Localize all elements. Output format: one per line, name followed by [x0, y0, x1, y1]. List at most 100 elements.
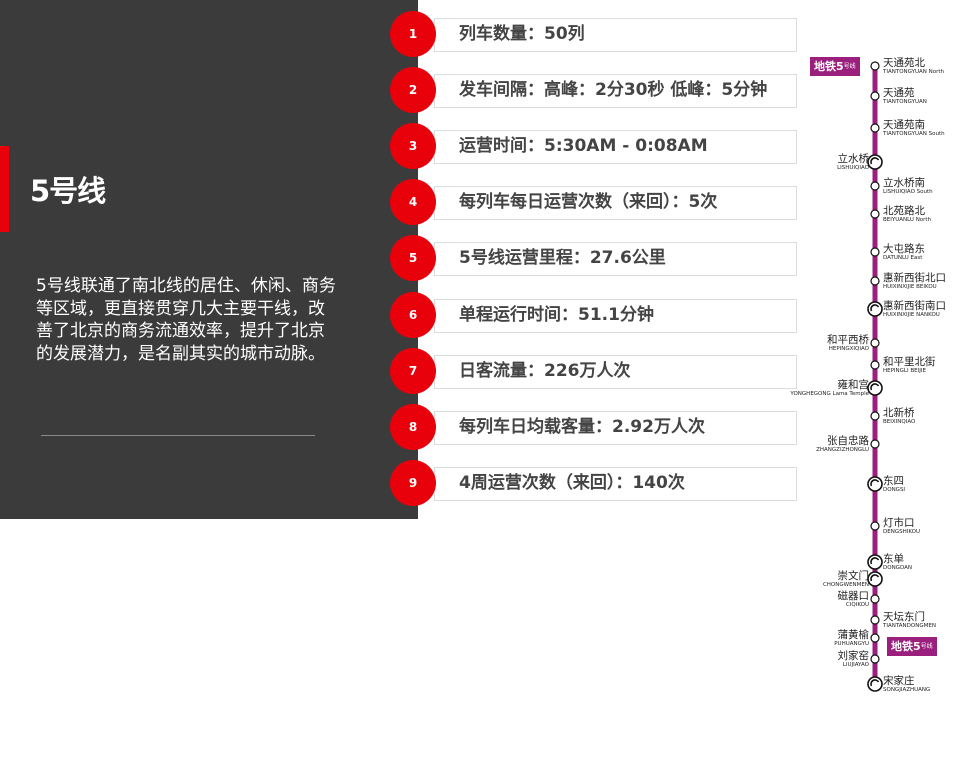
station-name: 立水桥	[837, 153, 870, 165]
stat-row: 5 5号线运营里程：27.6公里	[390, 235, 797, 281]
stat-number-badge: 5	[390, 235, 436, 281]
station-name-en: DONGSI	[883, 487, 906, 493]
stat-text: 运营时间：5:30AM - 0:08AM	[459, 136, 708, 156]
station-name-en: ZHANGZIZHONGLU	[816, 447, 869, 453]
stat-text: 列车数量：50列	[459, 24, 585, 44]
line-badge-top: 地铁5号线	[810, 57, 860, 76]
station-name-en: HUIXINXIJIE NANKOU	[883, 312, 940, 318]
station-label: 磁器口 CIQIKOU	[838, 590, 870, 609]
stat-row: 8 每列车日均载客量：2.92万人次	[390, 404, 797, 450]
station-name: 惠新西街南口	[883, 300, 946, 312]
station-name-en: TIANTANDONGMEN	[883, 623, 936, 629]
transfer-station-icon	[867, 380, 883, 396]
station-name-en: LIUJIAYAO	[842, 662, 869, 668]
line5-route-map: 地铁5号线 地铁5号线 天通苑北 TIANTONGYUAN North 天通苑 TIA…	[790, 52, 960, 712]
stat-number-badge: 7	[390, 348, 436, 394]
divider	[41, 435, 315, 436]
station-name-en: TIANTONGYUAN North	[883, 69, 945, 75]
stat-row: 2 发车间隔：高峰：2分30秒 低峰：5分钟	[390, 67, 797, 113]
stat-number-badge: 6	[390, 292, 436, 338]
station-name-en: TIANTONGYUAN South	[883, 131, 945, 137]
stat-number-badge: 9	[390, 460, 436, 506]
station-name-en: SONGJIAZHUANG	[883, 687, 931, 693]
stat-text: 4周运营次数（来回）：140次	[459, 473, 685, 493]
station-name: 天通苑南	[883, 119, 925, 131]
station-dot	[870, 123, 880, 133]
station-name: 张自忠路	[827, 435, 869, 447]
transfer-station-icon	[867, 154, 883, 170]
station-dot	[870, 411, 880, 421]
stat-text: 发车间隔：高峰：2分30秒 低峰：5分钟	[459, 80, 768, 100]
transfer-station-icon	[867, 301, 883, 317]
stat-number-badge: 3	[390, 123, 436, 169]
station-name: 天坛东门	[883, 611, 925, 623]
station-name: 宋家庄	[883, 675, 915, 687]
accent-bar	[0, 146, 9, 232]
station-label: 刘家窑 LIUJIAYAO	[838, 650, 870, 669]
station-name: 立水桥南	[883, 177, 925, 189]
page-title: 5号线	[30, 174, 106, 208]
station-name-en: HEPINGXIQIAO	[828, 346, 869, 352]
station-name: 和平里北街	[883, 356, 936, 368]
station-label: 大屯路东 DATUNLU East	[883, 243, 925, 262]
station-name-en: BEIYUANLU North	[883, 217, 932, 223]
station-label: 雍和宫 YONGHEGONG Lama Temple	[790, 379, 869, 398]
station-name: 崇文门	[837, 570, 870, 582]
stat-row: 1 列车数量：50列	[390, 11, 797, 57]
stat-text: 每列车日均载客量：2.92万人次	[459, 417, 705, 437]
stat-text: 5号线运营里程：27.6公里	[459, 248, 666, 268]
transfer-station-icon	[867, 571, 883, 587]
station-name: 大屯路东	[883, 243, 925, 255]
station-name-en: TIANTONGYUAN	[883, 99, 927, 105]
stat-row: 4 每列车每日运营次数（来回）：5次	[390, 179, 797, 225]
station-dot	[870, 338, 880, 348]
station-name-en: DONGDAN	[883, 565, 912, 571]
stat-text: 日客流量：226万人次	[459, 361, 631, 381]
station-name-en: LISHUIQIAO	[837, 165, 869, 171]
stat-number-badge: 4	[390, 179, 436, 225]
station-name-en: YONGHEGONG Lama Temple	[790, 391, 869, 397]
station-label: 天通苑北 TIANTONGYUAN North	[883, 57, 944, 76]
station-label: 宋家庄 SONGJIAZHUANG	[883, 675, 930, 694]
station-name-en: HUIXINXIJIE BEIKOU	[883, 284, 937, 290]
station-label: 东四 DONGSI	[883, 475, 905, 494]
stat-number-badge: 1	[390, 11, 436, 57]
station-name: 天通苑	[883, 87, 915, 99]
station-dot	[870, 276, 880, 286]
station-label: 东单 DONGDAN	[883, 553, 912, 572]
station-dot	[870, 615, 880, 625]
station-name: 北新桥	[883, 407, 915, 419]
station-name: 蒲黄榆	[837, 629, 870, 641]
station-dot	[870, 360, 880, 370]
station-name: 惠新西街北口	[883, 272, 946, 284]
stat-row: 3 运营时间：5:30AM - 0:08AM	[390, 123, 797, 169]
station-label: 惠新西街南口 HUIXINXIJIE NANKOU	[883, 300, 946, 319]
station-label: 和平里北街 HEPINGLI BEIJIE	[883, 356, 936, 375]
station-name: 灯市口	[883, 517, 915, 529]
station-name: 东四	[883, 475, 904, 487]
station-name-en: HEPINGLI BEIJIE	[883, 368, 926, 374]
line-description: 5号线联通了南北线的居住、休闲、商务等区域，更直接贯穿几大主要干线，改善了北京的…	[36, 276, 336, 364]
line-badge-bottom: 地铁5号线	[887, 637, 937, 656]
station-dot	[870, 209, 880, 219]
station-name-en: DATUNLU East	[883, 255, 923, 261]
station-name: 东单	[883, 553, 904, 565]
station-name: 天通苑北	[883, 57, 925, 69]
station-label: 蒲黄榆 PUHUANGYU	[834, 629, 869, 648]
station-dot	[870, 439, 880, 449]
stat-row: 7 日客流量：226万人次	[390, 348, 797, 394]
station-dot	[870, 594, 880, 604]
station-name: 雍和宫	[837, 379, 870, 391]
transfer-station-icon	[867, 554, 883, 570]
station-label: 崇文门 CHONGWENMEN	[823, 570, 869, 589]
stat-text: 单程运行时间：51.1分钟	[459, 305, 654, 325]
intro-panel: 5号线 5号线联通了南北线的居住、休闲、商务等区域，更直接贯穿几大主要干线，改善…	[0, 0, 418, 519]
station-dot	[870, 61, 880, 71]
station-dot	[870, 181, 880, 191]
station-dot	[870, 247, 880, 257]
station-label: 惠新西街北口 HUIXINXIJIE BEIKOU	[883, 272, 946, 291]
station-label: 天通苑南 TIANTONGYUAN South	[883, 119, 945, 138]
stat-row: 6 单程运行时间：51.1分钟	[390, 292, 797, 338]
station-label: 张自忠路 ZHANGZIZHONGLU	[816, 435, 869, 454]
station-name: 和平西桥	[827, 334, 869, 346]
